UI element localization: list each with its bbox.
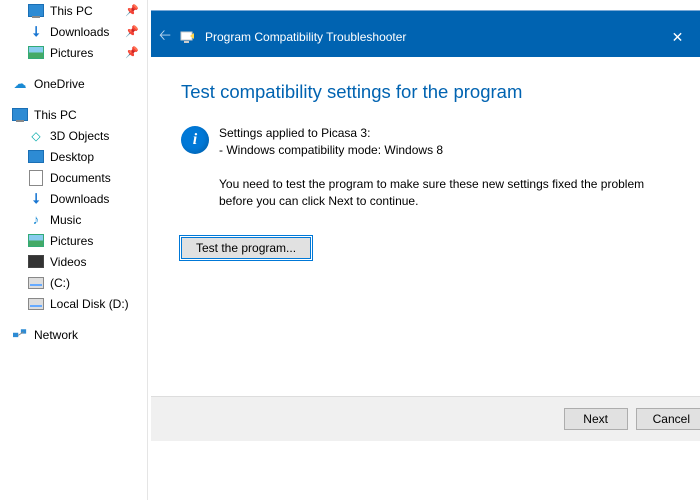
monitor-icon xyxy=(12,107,28,123)
close-button[interactable]: ✕ xyxy=(655,29,700,46)
sidebar-item-label: Network xyxy=(34,328,78,342)
explorer-nav-tree: This PC 📌 ⭣ Downloads 📌 Pictures 📌 ☁ One… xyxy=(0,0,148,500)
back-button[interactable]: 🡠 xyxy=(151,25,179,50)
sidebar-item-label: 3D Objects xyxy=(50,129,109,143)
sidebar-item-label: (C:) xyxy=(50,276,70,290)
sidebar-item-label: Videos xyxy=(50,255,86,269)
instruction-text: You need to test the program to make sur… xyxy=(219,176,672,208)
sidebar-item-label: Downloads xyxy=(50,192,109,206)
sidebar-item-label: This PC xyxy=(50,4,93,18)
sidebar-item-music[interactable]: ♪ Music xyxy=(0,209,147,230)
sidebar-item-downloads-quick[interactable]: ⭣ Downloads 📌 xyxy=(0,21,147,42)
test-program-button[interactable]: Test the program... xyxy=(181,237,311,259)
sidebar-item-onedrive[interactable]: ☁ OneDrive xyxy=(0,73,147,94)
videos-icon xyxy=(28,254,44,270)
dialog-header: 🡠 Program Compatibility Troubleshooter ✕ xyxy=(151,17,700,57)
dialog-footer: Next Cancel xyxy=(151,396,700,441)
pin-icon: 📌 xyxy=(125,25,139,38)
sidebar-item-label: Pictures xyxy=(50,46,93,60)
troubleshooter-icon xyxy=(179,30,197,44)
pictures-icon xyxy=(28,45,44,61)
cloud-icon: ☁ xyxy=(12,76,28,92)
dialog-title: Program Compatibility Troubleshooter xyxy=(205,30,406,44)
sidebar-item-pictures-quick[interactable]: Pictures 📌 xyxy=(0,42,147,63)
settings-applied-line: Settings applied to Picasa 3: xyxy=(219,125,672,141)
network-icon xyxy=(12,327,28,343)
sidebar-item-thispc[interactable]: This PC xyxy=(0,104,147,125)
desktop-icon xyxy=(28,149,44,165)
sidebar-item-thispc-quick[interactable]: This PC 📌 xyxy=(0,0,147,21)
monitor-icon xyxy=(28,3,44,19)
sidebar-item-drive-c[interactable]: (C:) xyxy=(0,272,147,293)
drive-icon xyxy=(28,296,44,312)
compatibility-troubleshooter-dialog: 🡠 Program Compatibility Troubleshooter ✕… xyxy=(151,10,700,441)
sidebar-item-label: This PC xyxy=(34,108,77,122)
sidebar-item-3dobjects[interactable]: ◇ 3D Objects xyxy=(0,125,147,146)
compat-mode-line: - Windows compatibility mode: Windows 8 xyxy=(219,142,672,158)
pin-icon: 📌 xyxy=(125,46,139,59)
download-icon: ⭣ xyxy=(28,191,44,207)
sidebar-item-videos[interactable]: Videos xyxy=(0,251,147,272)
next-button[interactable]: Next xyxy=(564,408,628,430)
sidebar-item-drive-d[interactable]: Local Disk (D:) xyxy=(0,293,147,314)
drive-icon xyxy=(28,275,44,291)
sidebar-item-network[interactable]: Network xyxy=(0,324,147,345)
3d-icon: ◇ xyxy=(28,128,44,144)
download-icon: ⭣ xyxy=(28,24,44,40)
sidebar-item-label: Desktop xyxy=(50,150,94,164)
dialog-body: Test compatibility settings for the prog… xyxy=(151,57,700,259)
sidebar-item-pictures[interactable]: Pictures xyxy=(0,230,147,251)
sidebar-item-label: Downloads xyxy=(50,25,109,39)
sidebar-item-downloads[interactable]: ⭣ Downloads xyxy=(0,188,147,209)
sidebar-item-label: Music xyxy=(50,213,81,227)
sidebar-item-label: Pictures xyxy=(50,234,93,248)
sidebar-item-label: Local Disk (D:) xyxy=(50,297,129,311)
sidebar-item-desktop[interactable]: Desktop xyxy=(0,146,147,167)
dialog-heading: Test compatibility settings for the prog… xyxy=(181,81,672,103)
music-icon: ♪ xyxy=(28,212,44,228)
pin-icon: 📌 xyxy=(125,4,139,17)
cancel-button[interactable]: Cancel xyxy=(636,408,700,430)
pictures-icon xyxy=(28,233,44,249)
info-icon: i xyxy=(181,126,209,154)
sidebar-item-documents[interactable]: Documents xyxy=(0,167,147,188)
sidebar-item-label: Documents xyxy=(50,171,111,185)
sidebar-item-label: OneDrive xyxy=(34,77,85,91)
documents-icon xyxy=(28,170,44,186)
